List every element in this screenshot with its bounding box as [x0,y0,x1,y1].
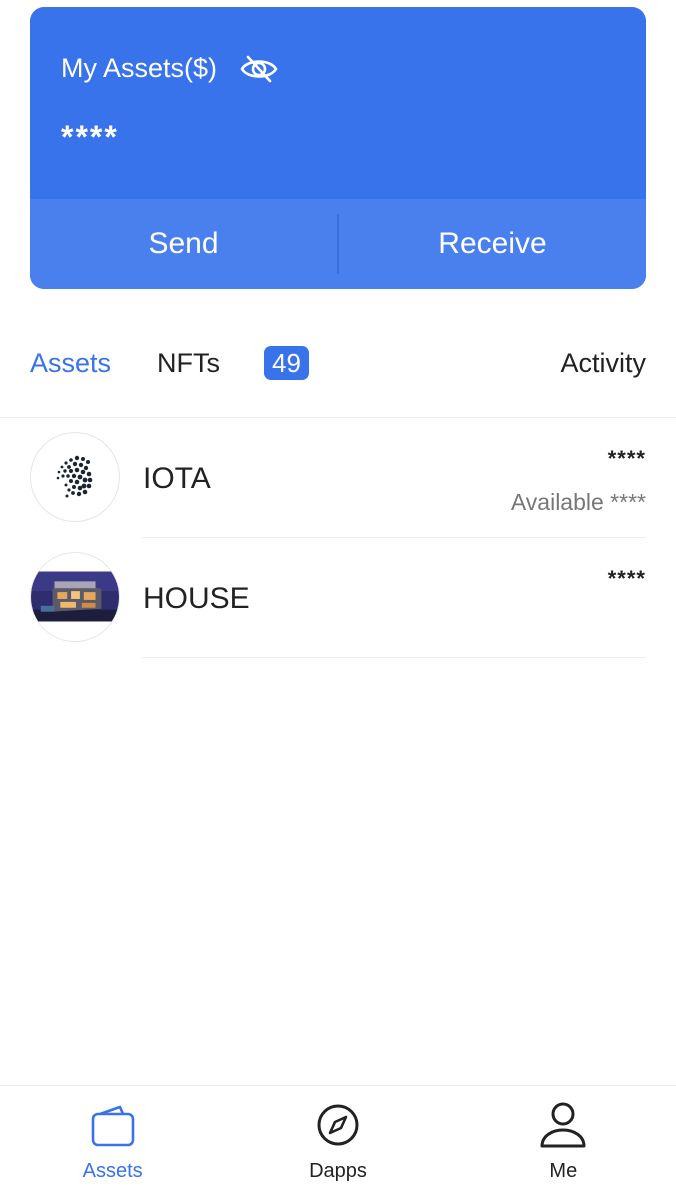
total-balance: **** [61,119,119,155]
user-icon [538,1100,588,1150]
asset-tabs: Assets NFTs 49 Activity [30,340,646,386]
card-header: My Assets($) [61,53,279,84]
nav-label: Assets [82,1160,143,1182]
card-title: My Assets($) [61,53,218,83]
asset-amount: **** [607,566,646,591]
assets-card: My Assets($) **** Send Receive [30,7,646,289]
nft-count-badge[interactable]: 49 [264,346,309,380]
tab-activity[interactable]: Activity [560,348,646,379]
asset-available: Available **** [510,489,646,515]
nav-assets[interactable]: Assets [0,1086,225,1200]
iota-logo-icon [30,432,120,522]
nav-label: Dapps [309,1160,367,1182]
tabs-divider [0,417,676,418]
tab-assets[interactable]: Assets [30,348,111,379]
nav-label: Me [549,1160,578,1182]
asset-name: HOUSE [143,582,250,615]
asset-name: IOTA [143,462,211,495]
asset-amount: **** [607,446,646,471]
card-actions: Send Receive [30,199,646,289]
bottom-nav: Assets Dapps Me [0,1085,676,1200]
asset-row-house[interactable]: HOUSE **** [30,552,646,672]
nav-dapps[interactable]: Dapps [225,1086,450,1200]
eye-off-icon[interactable] [239,54,279,84]
nav-me[interactable]: Me [451,1086,676,1200]
house-nft-icon [30,552,120,642]
asset-row-iota[interactable]: IOTA **** Available **** [30,432,646,552]
compass-icon [313,1100,363,1150]
send-button[interactable]: Send [30,199,337,289]
wallet-icon [88,1100,138,1150]
receive-button[interactable]: Receive [339,199,646,289]
row-divider [142,537,646,538]
tab-nfts[interactable]: NFTs [157,348,220,379]
row-divider [142,657,646,658]
